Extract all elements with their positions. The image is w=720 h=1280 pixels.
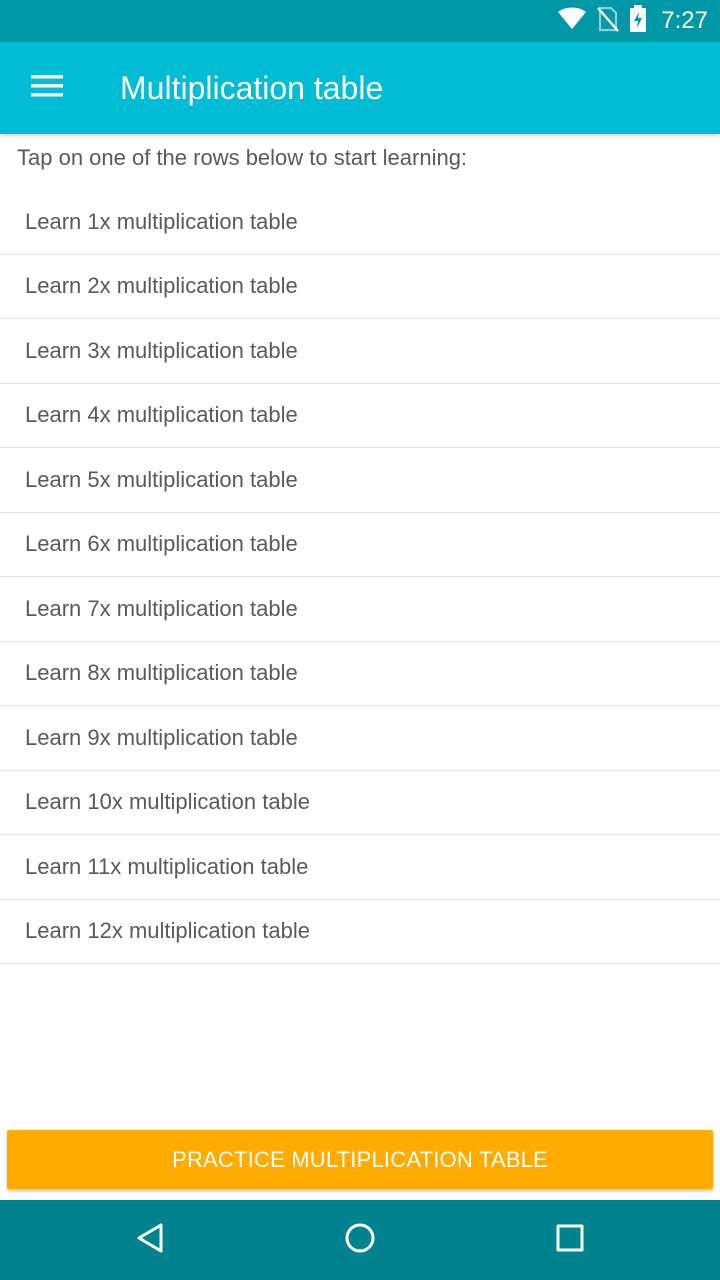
status-icons: 7:27 [557,0,708,42]
instructions-text: Tap on one of the rows below to start le… [17,145,468,170]
table-row-6[interactable]: Learn 6x multiplication table [0,513,720,577]
table-row-7[interactable]: Learn 7x multiplication table [0,577,720,642]
table-row-3[interactable]: Learn 3x multiplication table [0,319,720,384]
menu-button[interactable] [22,68,72,108]
table-row-2[interactable]: Learn 2x multiplication table [0,255,720,319]
table-row-11[interactable]: Learn 11x multiplication table [0,835,720,900]
wifi-icon [557,7,587,35]
navigation-bar [0,1200,720,1280]
recents-button[interactable] [550,1220,590,1260]
table-row-9[interactable]: Learn 9x multiplication table [0,706,720,771]
app-bar: Multiplication table [0,42,720,134]
home-button[interactable] [340,1220,380,1260]
table-row-1[interactable]: Learn 1x multiplication table [0,190,720,255]
battery-charging-icon [629,5,647,37]
page-title: Multiplication table [120,70,384,106]
back-button[interactable] [130,1220,170,1260]
hamburger-menu-icon [31,75,63,101]
table-row-5[interactable]: Learn 5x multiplication table [0,448,720,513]
multiplication-table-list: Learn 1x multiplication table Learn 2x m… [0,190,720,964]
table-row-4[interactable]: Learn 4x multiplication table [0,384,720,448]
table-row-8[interactable]: Learn 8x multiplication table [0,642,720,706]
back-icon [135,1222,165,1258]
no-sim-icon [597,6,620,36]
home-icon [344,1222,376,1258]
table-row-12[interactable]: Learn 12x multiplication table [0,900,720,964]
status-time: 7:27 [661,7,708,34]
table-row-10[interactable]: Learn 10x multiplication table [0,771,720,835]
status-bar: 7:27 [0,0,720,42]
practice-button[interactable]: PRACTICE MULTIPLICATION TABLE [7,1130,713,1189]
recents-icon [556,1224,584,1256]
